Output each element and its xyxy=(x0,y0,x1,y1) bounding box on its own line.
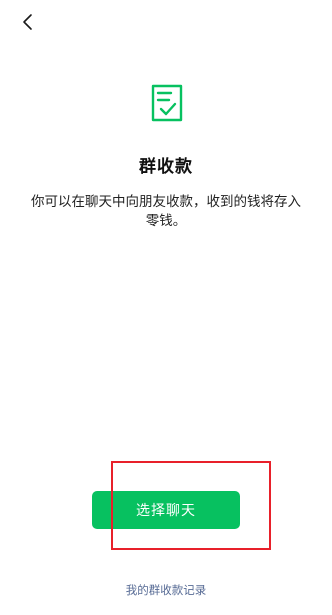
back-button[interactable] xyxy=(16,8,40,36)
my-collection-records-link[interactable]: 我的群收款记录 xyxy=(0,582,332,598)
document-check-icon xyxy=(151,84,183,122)
select-chat-button[interactable]: 选择聊天 xyxy=(92,491,240,529)
chevron-left-icon xyxy=(23,14,32,30)
description-text: 你可以在聊天中向朋友收款，收到的钱将存入零钱。 xyxy=(31,194,301,229)
page-title: 群收款 xyxy=(139,157,193,177)
group-collection-screen: 群收款 你可以在聊天中向朋友收款，收到的钱将存入零钱。 选择聊天 我的群收款记录 xyxy=(0,0,332,615)
